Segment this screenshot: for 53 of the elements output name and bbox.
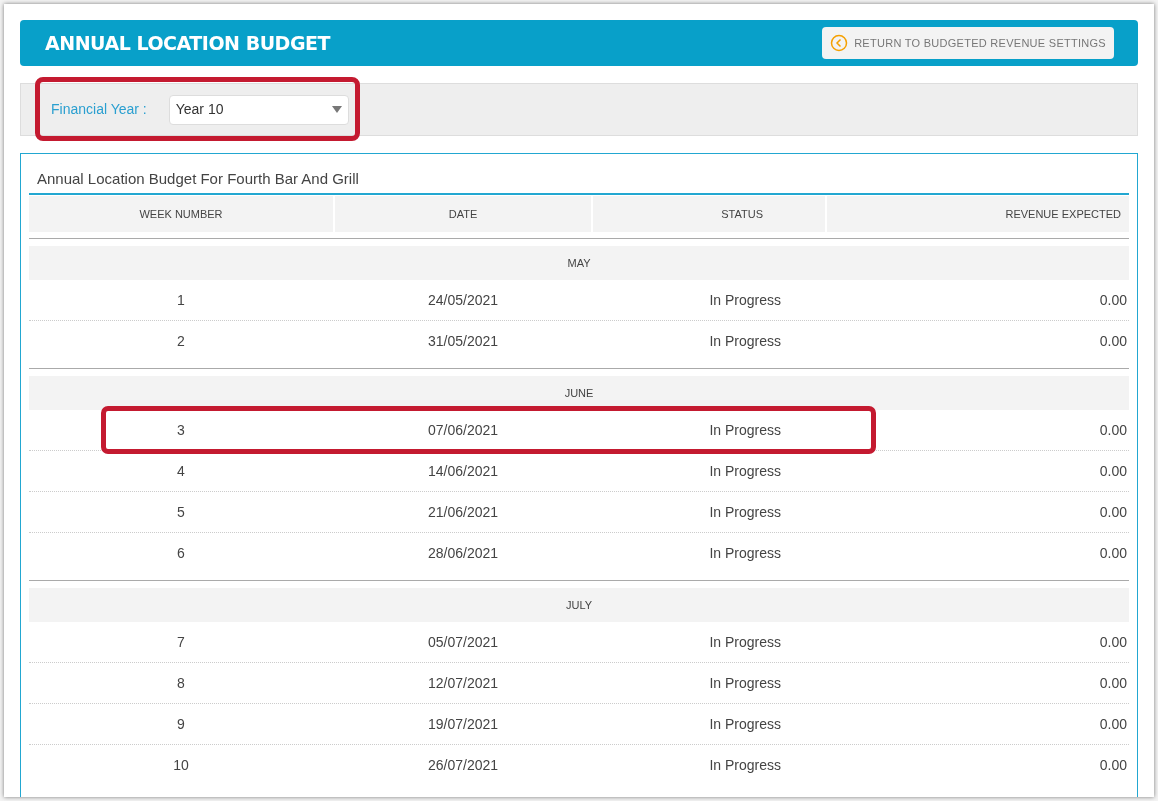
table-cell-text: In Progress [708, 420, 782, 440]
financial-year-dropdown[interactable]: Year 10 [168, 94, 349, 125]
table-cell-text: In Progress [708, 332, 782, 351]
column-header: WEEK NUMBER [29, 196, 333, 232]
month-group-header: JULY [29, 588, 1129, 622]
table-cell-text: 0.00 [1098, 714, 1128, 734]
table-cell-text: In Progress [708, 544, 782, 563]
table-cell-text: 2 [176, 332, 186, 351]
table-cell-text: 31/05/2021 [426, 332, 500, 351]
table-cell-text: 0.00 [1098, 461, 1128, 481]
column-header: STATUS [593, 196, 825, 232]
table-cell-text: 0.00 [1098, 502, 1128, 522]
table-cell-text: 28/06/2021 [426, 544, 500, 563]
table-cell-text: 10 [172, 756, 190, 775]
column-header: DATE [335, 196, 591, 232]
dropdown-caret-icon [331, 106, 342, 113]
table-cell-text: 5 [176, 502, 186, 522]
table-cell-text: 12/07/2021 [426, 673, 500, 693]
table-cell-text: In Progress [708, 461, 782, 481]
financial-year-label: Financial Year : [51, 100, 147, 119]
table-cell-text: In Progress [708, 673, 782, 693]
table-cell-text: In Progress [708, 756, 782, 775]
table-cell-text: 21/06/2021 [426, 502, 500, 522]
table-cell-text: 0.00 [1098, 332, 1128, 351]
table-cell-text: 0.00 [1098, 420, 1128, 440]
table-cell-text: 0.00 [1098, 290, 1128, 310]
table-cell-text: 26/07/2021 [426, 756, 500, 775]
month-group-header: JUNE [29, 376, 1129, 410]
month-group-header: MAY [29, 246, 1129, 280]
table-cell-text: In Progress [708, 290, 782, 310]
table-cell-text: In Progress [708, 632, 782, 652]
table-cell-text: 0.00 [1098, 544, 1128, 563]
table-cell-text: 05/07/2021 [426, 632, 500, 652]
table-cell-text: 7 [176, 632, 186, 652]
dropdown-value: Year 10 [175, 100, 224, 119]
table-cell-text: 14/06/2021 [426, 461, 500, 481]
table-cell-text: 0.00 [1098, 756, 1128, 775]
table-cell-text: In Progress [708, 502, 782, 522]
table-cell-text: 8 [176, 673, 186, 693]
table-cell-text: 6 [176, 544, 186, 563]
table-cell-text: 24/05/2021 [426, 290, 500, 310]
table-cell-text: 4 [176, 461, 186, 481]
return-button[interactable]: RETURN TO BUDGETED REVENUE SETTINGS [822, 27, 1114, 59]
table-cell-text: 0.00 [1098, 673, 1128, 693]
table-cell-text: 07/06/2021 [426, 420, 500, 440]
table-cell-text: 19/07/2021 [426, 714, 500, 734]
page-title: ANNUAL LOCATION BUDGET [45, 30, 330, 56]
column-header: REVENUE EXPECTED [827, 196, 1129, 232]
table-cell-text: 1 [176, 290, 186, 310]
table-cell-text: 9 [176, 714, 186, 734]
table-cell-text: 3 [176, 420, 186, 440]
table-cell-text: In Progress [708, 714, 782, 734]
table-cell-text: 0.00 [1098, 632, 1128, 652]
